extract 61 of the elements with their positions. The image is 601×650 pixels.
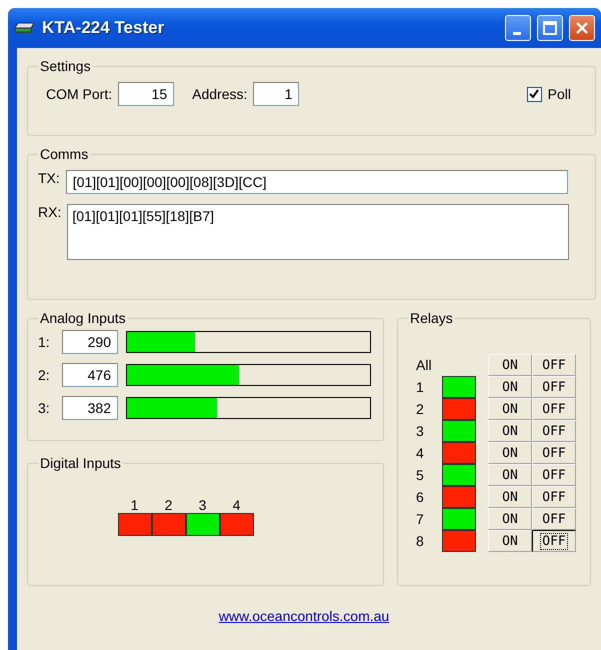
relay-on-button[interactable]: ON [488, 398, 532, 420]
maximize-button[interactable] [537, 15, 563, 41]
relay-off-button[interactable]: OFF [532, 486, 576, 508]
channel-label: 1: [38, 334, 51, 350]
relay-off-button[interactable]: OFF [532, 398, 576, 420]
close-button[interactable] [569, 15, 595, 41]
tx-field[interactable]: [01][01][00][00][00][08][3D][CC] [66, 170, 568, 194]
all-off-button[interactable]: OFF [532, 354, 576, 376]
analog-value-field[interactable]: 290 [62, 330, 118, 354]
input-number: 3 [198, 497, 208, 513]
relay-on-button[interactable]: ON [488, 464, 532, 486]
relay-number: 2 [416, 401, 425, 417]
relay-on-button[interactable]: ON [488, 442, 532, 464]
relay-off-button[interactable]: OFF [532, 508, 576, 530]
relay-number: 8 [416, 533, 425, 549]
poll-checkbox[interactable] [526, 86, 542, 102]
relay-off-button[interactable]: OFF [532, 420, 576, 442]
relay-off-button[interactable]: OFF [532, 376, 576, 398]
minimize-icon [512, 32, 520, 34]
checkbox-label: Poll [548, 86, 571, 102]
relay-number: 5 [416, 467, 425, 483]
website-link[interactable]: www.oceancontrols.com.au [218, 608, 390, 624]
relay-number: 4 [416, 445, 425, 461]
relay-number: 3 [416, 423, 425, 439]
device-icon [14, 22, 36, 34]
group-title: Analog Inputs [39, 310, 127, 326]
group-title: Digital Inputs [39, 455, 122, 471]
group-title: Comms [39, 146, 90, 162]
field-label: Address: [192, 86, 248, 102]
channel-label: 3: [38, 400, 51, 416]
field-label: TX: [38, 170, 60, 186]
analog-value-field[interactable]: 382 [62, 396, 118, 420]
relay-off-button[interactable]: OFF [532, 530, 576, 552]
com-port-field[interactable]: 15 [118, 82, 174, 106]
relay-on-button[interactable]: ON [488, 420, 532, 442]
input-number: 4 [232, 497, 242, 513]
relay-on-button[interactable]: ON [488, 486, 532, 508]
input-number: 2 [164, 497, 174, 513]
group-title: Settings [39, 58, 92, 74]
field-label: COM Port: [46, 86, 112, 102]
relay-off-button[interactable]: OFF [532, 464, 576, 486]
address-field[interactable]: 1 [253, 82, 300, 106]
relay-on-button[interactable]: ON [488, 376, 532, 398]
rx-field[interactable]: [01][01][01][55][18][B7] [67, 204, 570, 260]
close-icon [575, 21, 589, 35]
relay-on-button[interactable]: ON [488, 508, 532, 530]
group-title: Relays [409, 310, 454, 326]
relay-number: 7 [416, 511, 425, 527]
window-title: KTA-224 Tester [42, 18, 166, 38]
relay-number: 6 [416, 489, 425, 505]
all-label: All [416, 357, 433, 373]
all-on-button[interactable]: ON [488, 354, 532, 376]
relay-off-button[interactable]: OFF [532, 442, 576, 464]
maximize-icon [543, 21, 557, 35]
analog-value-field[interactable]: 476 [62, 363, 118, 387]
field-label: RX: [38, 204, 62, 220]
input-number: 1 [130, 497, 140, 513]
minimize-button[interactable] [505, 15, 531, 41]
channel-label: 2: [38, 367, 51, 383]
relay-on-button[interactable]: ON [488, 530, 532, 552]
relay-number: 1 [416, 379, 425, 395]
